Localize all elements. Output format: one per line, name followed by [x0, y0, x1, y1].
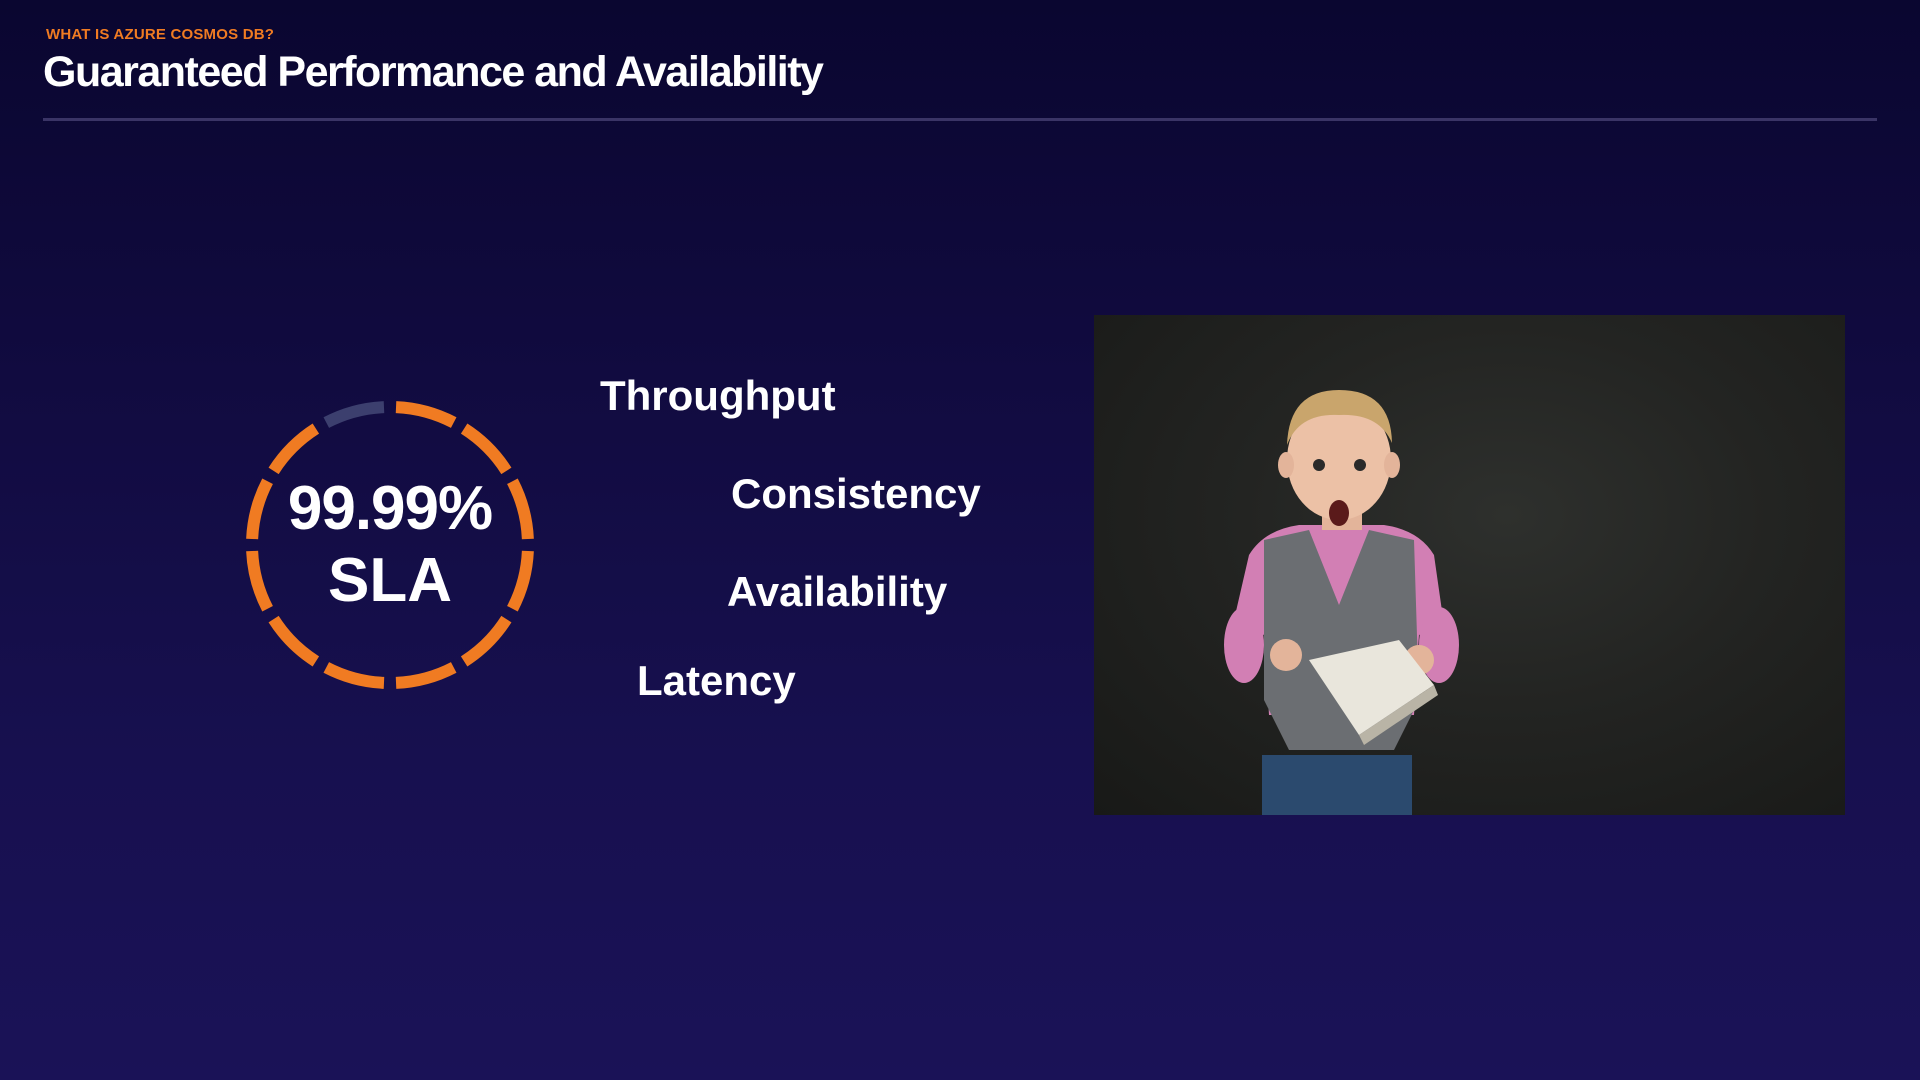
- slide-eyebrow: WHAT IS AZURE COSMOS DB?: [46, 26, 275, 43]
- word-latency: Latency: [637, 657, 796, 704]
- word-consistency: Consistency: [731, 470, 981, 517]
- title-divider: [43, 118, 1877, 121]
- sla-value: 99.99%: [287, 474, 493, 543]
- slide-title: Guaranteed Performance and Availability: [43, 48, 824, 96]
- word-availability: Availability: [727, 568, 948, 615]
- word-throughput: Throughput: [600, 372, 836, 419]
- sla-label: SLA: [328, 546, 452, 615]
- surprised-child-photo: [1094, 315, 1845, 815]
- sla-gauge-label: 99.99% SLA: [240, 395, 540, 695]
